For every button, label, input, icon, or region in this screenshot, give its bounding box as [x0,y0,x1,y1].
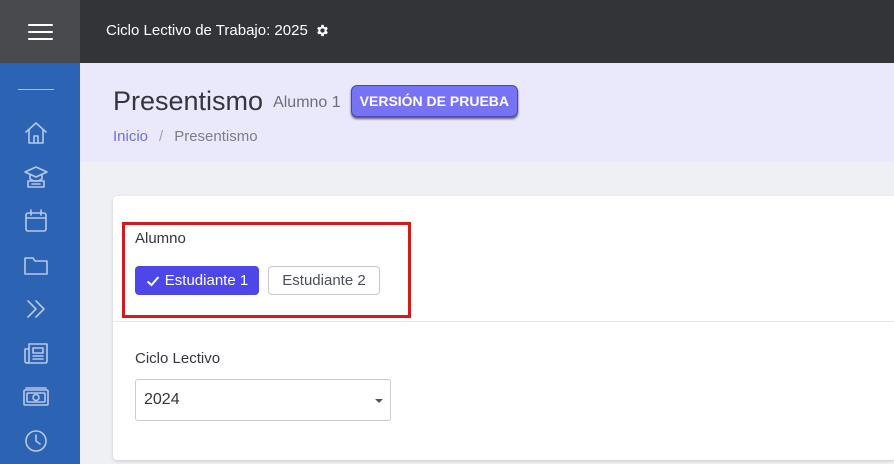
folder-icon [24,257,48,275]
sidebar-item-calendar[interactable] [21,206,51,236]
attendance-card: Alumno Estudiante 1 Estudiante 2 Ciclo L… [113,196,894,460]
clock-icon [25,430,47,452]
student-1-label: Estudiante 1 [164,272,249,289]
sidebar-item-clock[interactable] [21,426,51,456]
breadcrumb-separator: / [159,127,164,145]
student-2-label: Estudiante 2 [282,272,366,289]
cycle-select[interactable]: 2024 [135,379,391,421]
breadcrumb-current: Presentismo [174,127,258,145]
caret-down-icon [375,399,383,403]
cycle-select-value: 2024 [144,391,180,408]
page-header: Presentismo Alumno 1 VERSIÓN DE PRUEBA I… [80,63,894,162]
home-icon [25,122,47,144]
student-2-button[interactable]: Estudiante 2 [268,266,380,295]
title-row: Presentismo Alumno 1 VERSIÓN DE PRUEBA [113,83,519,119]
card-divider [113,321,894,322]
hamburger-icon [27,23,53,40]
breadcrumb-home-link[interactable]: Inicio [113,128,148,145]
breadcrumb: Inicio / Presentismo [113,126,258,146]
cycle-label: Ciclo Lectivo [135,350,221,367]
graduation-icon [24,166,48,188]
work-cycle-label: Ciclo Lectivo de Trabajo: 2025 [106,21,308,39]
top-bar: Ciclo Lectivo de Trabajo: 2025 [0,0,894,63]
sidebar-divider [18,89,54,90]
gear-icon[interactable] [315,23,330,38]
newspaper-icon [24,343,48,364]
student-label: Alumno [135,230,186,247]
page-subtitle: Alumno 1 [273,94,341,111]
trial-version-badge: VERSIÓN DE PRUEBA [350,85,519,117]
double-chevron-right-icon [27,300,45,318]
money-icon [23,387,49,406]
work-cycle: Ciclo Lectivo de Trabajo: 2025 [106,20,330,40]
menu-toggle-button[interactable] [0,0,80,63]
sidebar-item-home[interactable] [21,118,51,148]
sidebar-item-graduation[interactable] [21,162,51,192]
sidebar-item-payments[interactable] [21,382,51,412]
sidebar [0,63,80,464]
student-1-button[interactable]: Estudiante 1 [135,266,259,295]
sidebar-item-news[interactable] [21,338,51,368]
sidebar-item-more[interactable] [21,294,51,324]
calendar-icon [25,209,47,232]
page-title: Presentismo [113,85,264,116]
check-icon [146,275,160,286]
sidebar-item-folder[interactable] [21,250,51,280]
